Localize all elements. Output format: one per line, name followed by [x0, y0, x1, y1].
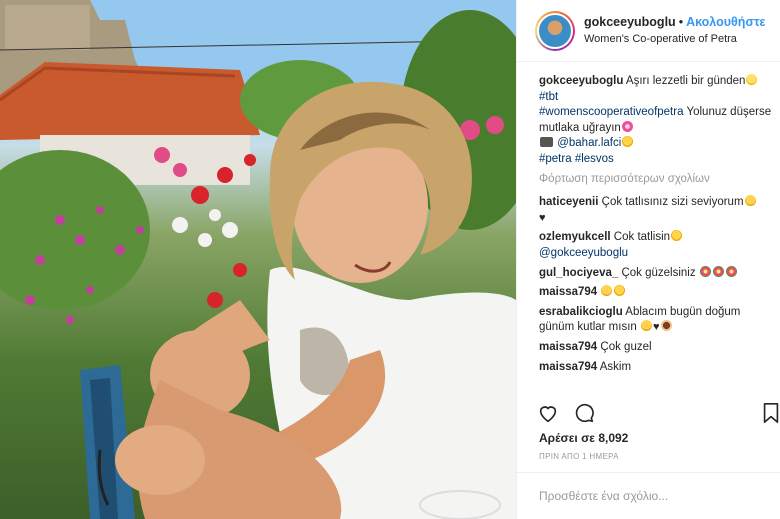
camera-emoji-icon — [540, 137, 553, 148]
post-timestamp: ΠΡΙΝ ΑΠΟ 1 ΗΜΕΡΑ — [539, 452, 619, 461]
flushed-emoji-icon — [622, 136, 634, 148]
hashtag-womenscooperativeofpetra[interactable]: #womenscooperativeofpetra — [539, 106, 683, 118]
comment-username[interactable]: ozlemyukcell — [539, 231, 611, 243]
comment-username[interactable]: maissa794 — [539, 361, 597, 373]
comment-item: gul_hociyeva_ Çok güzelsiniz — [539, 265, 777, 282]
load-more-comments-button[interactable]: Φόρτωση περισσότερων σχολίων — [539, 172, 777, 188]
comment-item: ozlemyukcell Cok tatlisin @gokceeyuboglu — [539, 230, 777, 261]
post-photo[interactable] — [0, 0, 516, 519]
post-header: gokceeyuboglu • Ακολουθήστε Women's Co-ope… — [517, 0, 780, 62]
comment-username[interactable]: maissa794 — [539, 286, 597, 298]
comment-icon[interactable] — [573, 402, 595, 424]
author-username[interactable]: gokceeyuboglu — [584, 15, 676, 29]
flower-emoji-icon — [712, 265, 724, 277]
comments-list: gokceeyuboglu Aşırı lezzetli bir günden … — [539, 74, 777, 379]
comment-item: esrabalikcioglu Ablacım bugün doğum günü… — [539, 305, 777, 336]
hashtag-petra[interactable]: #petra — [539, 153, 572, 165]
post-sidebar: gokceeyuboglu • Ακολουθήστε Women's Co-ope… — [516, 0, 780, 519]
flower-emoji-icon — [725, 265, 737, 277]
location-link[interactable]: Women's Co-operative of Petra — [584, 31, 765, 48]
laughing-emoji-icon — [746, 74, 758, 85]
add-comment-bar — [517, 472, 780, 519]
action-bar — [537, 402, 595, 424]
comment-item: maissa794 Çok guzel — [539, 340, 777, 356]
bookmark-icon[interactable] — [760, 402, 780, 424]
flower-emoji-icon — [699, 265, 711, 277]
heart-emoji-icon: ♥ — [653, 321, 660, 334]
blossom-emoji-icon — [621, 120, 633, 132]
heart-eyes-emoji-icon — [601, 285, 613, 297]
hashtag-lesvos[interactable]: #lesvos — [575, 153, 614, 165]
mention-bahar-lafci[interactable]: @bahar.lafci — [557, 137, 621, 149]
comment-text: Askim — [599, 360, 632, 373]
avatar[interactable] — [535, 10, 575, 51]
heart-icon[interactable] — [537, 402, 559, 424]
comment-username[interactable]: maissa794 — [539, 341, 597, 353]
comment-username[interactable]: haticeyenii — [539, 196, 598, 208]
header-text: gokceeyuboglu • Ακολουθήστε Women's Co-ope… — [584, 14, 765, 48]
separator-dot: • — [678, 14, 684, 29]
heart-eyes-emoji-icon — [641, 320, 652, 332]
hashtag-tbt[interactable]: #tbt — [539, 91, 558, 103]
caption-text: Aşırı lezzetli bir günden — [625, 75, 746, 87]
caption-username[interactable]: gokceeyuboglu — [539, 75, 623, 87]
person-emoji-icon — [660, 320, 672, 332]
comment-item: maissa794 Askim — [539, 360, 777, 376]
heart-emoji-icon: ♥ — [539, 211, 546, 224]
comment-text: Çok güzelsiniz — [621, 266, 696, 279]
avatar-image — [537, 12, 573, 49]
comment-username[interactable]: esrabalikcioglu — [539, 306, 623, 318]
smile-emoji-icon — [614, 285, 626, 297]
post-caption: gokceeyuboglu Aşırı lezzetli bir günden … — [539, 74, 777, 168]
smile-emoji-icon — [744, 195, 756, 207]
mention-gokceeyuboglu[interactable]: @gokceeyuboglu — [539, 247, 628, 259]
instagram-post: gokceeyuboglu • Ακολουθήστε Women's Co-ope… — [0, 0, 780, 519]
flushed-emoji-icon — [671, 230, 683, 242]
comment-text: Cok tatlisin — [613, 231, 671, 244]
comment-text: Çok tatlısınız sizi seviyorum — [601, 196, 744, 209]
follow-button[interactable]: Ακολουθήστε — [686, 15, 765, 29]
comment-item: haticeyenii Çok tatlısınız sizi seviyoru… — [539, 195, 777, 226]
comment-item: maissa794 — [539, 285, 777, 301]
likes-count[interactable]: Αρέσει σε 8,092 — [539, 431, 628, 445]
photo-illustration — [0, 0, 516, 519]
header-line: gokceeyuboglu • Ακολουθήστε — [584, 14, 765, 31]
comment-input[interactable] — [539, 489, 759, 503]
comment-username[interactable]: gul_hociyeva_ — [539, 267, 618, 279]
comment-text: Çok guzel — [600, 340, 652, 353]
